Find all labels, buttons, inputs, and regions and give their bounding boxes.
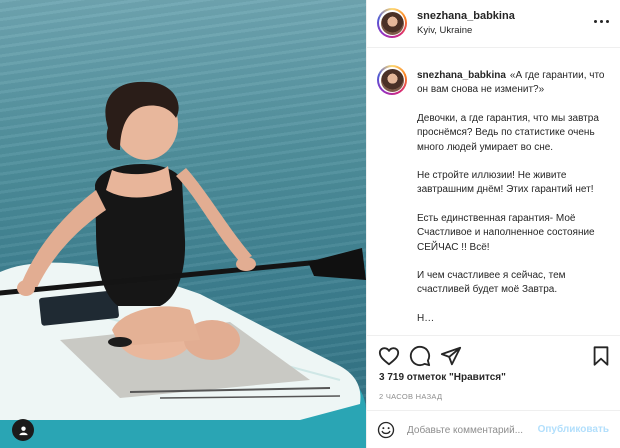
paper-plane-icon[interactable] [440,345,462,367]
more-horizontal-icon[interactable] [591,13,611,29]
caption-paragraph: Девочки, а где гарантия, что мы завтра п… [417,112,599,153]
author-avatar[interactable] [377,8,407,38]
caption-paragraph: Есть единственная гарантия- Моё Счастлив… [417,212,595,253]
comment-bubble-icon[interactable] [409,345,431,367]
comment-input[interactable] [407,422,547,438]
publish-comment-button[interactable]: Опубликовать [538,424,609,435]
user-tag-icon[interactable] [12,419,34,441]
comment-form: Опубликовать [367,410,620,448]
likes-count[interactable]: 3 719 отметок "Нравится" [379,372,506,383]
caption-username[interactable]: snezhana_babkina [417,70,506,81]
post-location[interactable]: Kyiv, Ukraine [417,25,472,36]
caption-fade [367,325,620,335]
caption-author-avatar[interactable] [377,65,407,95]
post-details-panel: snezhana_babkina Kyiv, Ukraine snezhana_… [366,0,620,448]
heart-icon[interactable] [378,345,400,367]
caption-text: snezhana_babkina «А где гарантии, что он … [417,69,609,326]
post-photo[interactable] [0,0,366,448]
bookmark-icon[interactable] [590,345,612,367]
post-timestamp[interactable]: 2 ЧАСОВ НАЗАД [379,392,442,401]
action-bar [367,335,620,371]
post-caption: snezhana_babkina «А где гарантии, что он … [367,49,620,335]
sup-board-illustration [0,81,366,448]
author-username[interactable]: snezhana_babkina [417,10,515,22]
caption-paragraph: И чем счастливее я сейчас, тем счастливе… [417,270,566,296]
caption-paragraph: Не стройте иллюзии! Не живите завтрашним… [417,170,594,196]
emoji-smile-icon[interactable] [377,421,395,439]
post-header: snezhana_babkina Kyiv, Ukraine [367,0,620,48]
